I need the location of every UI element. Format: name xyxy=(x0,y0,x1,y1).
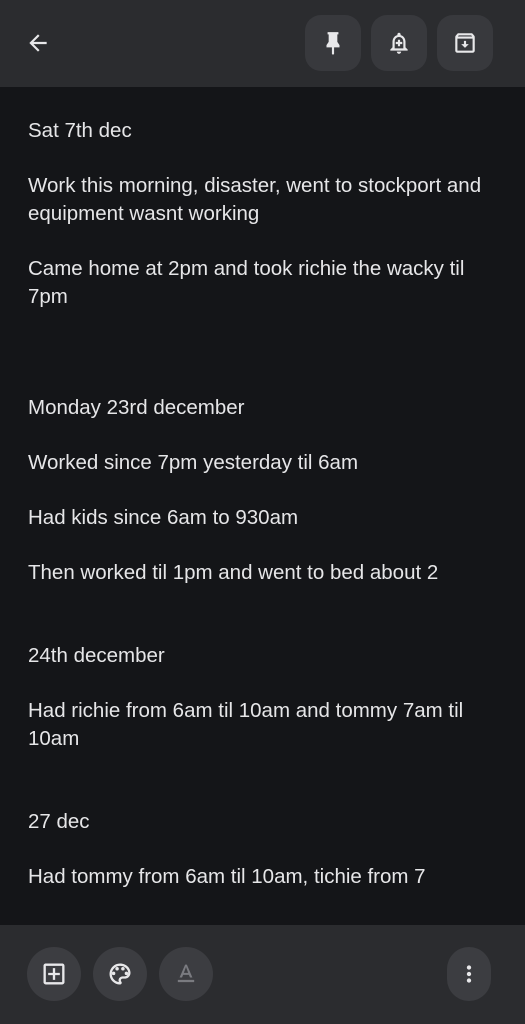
note-line: Worked since 7pm yesterday til 6am xyxy=(28,451,359,474)
note-line: Work this morning, disaster, went to sto… xyxy=(28,174,482,225)
bottom-app-bar xyxy=(0,925,525,1024)
top-app-bar xyxy=(0,0,525,87)
reminder-icon xyxy=(390,32,408,54)
palette-button[interactable] xyxy=(93,947,147,1001)
note-line: Sat 7th dec xyxy=(28,119,132,142)
note-line: Had kids since 6am to 930am xyxy=(28,506,299,529)
text-format-icon xyxy=(177,964,195,983)
arrow-back-icon xyxy=(29,34,47,52)
note-line: Monday 23rd december xyxy=(28,396,245,419)
pin-button[interactable] xyxy=(305,15,361,71)
note-line: Came home at 2pm and took richie the wac… xyxy=(28,257,465,308)
pin-icon xyxy=(326,32,340,55)
note-line: Had richie from 6am til 10am and tommy 7… xyxy=(28,699,464,750)
note-line: 27 dec xyxy=(28,810,90,833)
more-vert-icon xyxy=(466,965,472,983)
text-format-button[interactable] xyxy=(159,947,213,1001)
reminder-button[interactable] xyxy=(371,15,427,71)
add-box-icon xyxy=(43,963,65,985)
note-body[interactable]: Sat 7th dec Work this morning, disaster,… xyxy=(0,87,525,925)
note-line: Then worked til 1pm and went to bed abou… xyxy=(28,561,439,584)
back-button[interactable] xyxy=(16,21,60,65)
archive-icon xyxy=(455,33,475,53)
add-button[interactable] xyxy=(27,947,81,1001)
archive-button[interactable] xyxy=(437,15,493,71)
note-line: 24th december xyxy=(28,644,165,667)
more-options-button[interactable] xyxy=(447,947,491,1001)
palette-icon xyxy=(109,963,131,985)
note-line: Had tommy from 6am til 10am, tichie from… xyxy=(28,865,426,888)
note-text[interactable]: Sat 7th dec Work this morning, disaster,… xyxy=(28,117,506,891)
